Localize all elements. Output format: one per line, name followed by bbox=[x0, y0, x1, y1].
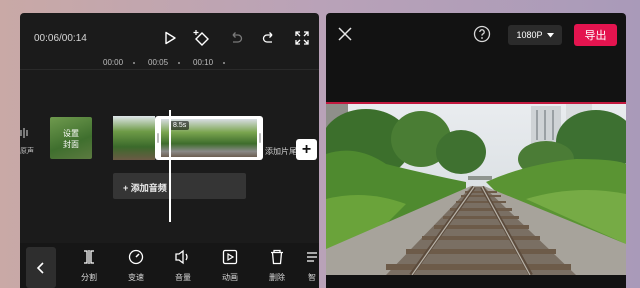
clip-trim-handle-left[interactable] bbox=[157, 133, 159, 143]
keyframe-icon bbox=[193, 30, 209, 46]
smart-label: 智 bbox=[308, 273, 316, 282]
delete-icon bbox=[271, 249, 283, 265]
audio-toggle-icon[interactable] bbox=[20, 127, 30, 139]
ruler-dot bbox=[133, 62, 135, 64]
animation-tool[interactable]: 动画 bbox=[215, 247, 245, 283]
video-preview bbox=[326, 102, 626, 275]
video-clip[interactable] bbox=[113, 116, 155, 160]
fullscreen-icon bbox=[295, 31, 309, 45]
resolution-value: 1080P bbox=[516, 30, 543, 40]
set-cover-label-line2: 封面 bbox=[63, 140, 79, 149]
speed-tool[interactable]: 变速 bbox=[121, 247, 151, 283]
railway-preview-image bbox=[326, 104, 626, 275]
redo-button[interactable] bbox=[260, 29, 278, 47]
play-icon bbox=[165, 31, 176, 45]
split-label: 分割 bbox=[81, 273, 97, 282]
volume-tool[interactable]: 音量 bbox=[168, 247, 198, 283]
smart-icon bbox=[307, 252, 317, 262]
resolution-dropdown[interactable]: 1080P bbox=[508, 25, 562, 45]
ruler-label: 00:00 bbox=[103, 58, 124, 67]
ruler-label: 00:10 bbox=[193, 58, 214, 67]
animation-label: 动画 bbox=[222, 273, 238, 282]
selected-video-clip[interactable]: 8.5s bbox=[155, 116, 263, 160]
undo-button[interactable] bbox=[227, 29, 245, 47]
plus-icon: + bbox=[301, 140, 312, 158]
fullscreen-button[interactable] bbox=[293, 29, 311, 47]
keyframe-button[interactable] bbox=[193, 29, 211, 47]
playhead[interactable] bbox=[169, 110, 171, 222]
redo-icon bbox=[262, 32, 273, 43]
split-tool[interactable]: 分割 bbox=[74, 247, 104, 283]
animation-icon bbox=[222, 249, 238, 265]
undo-icon bbox=[232, 32, 243, 43]
export-button[interactable]: 导出 bbox=[574, 24, 617, 46]
add-audio-button[interactable]: + 添加音频 bbox=[113, 173, 246, 199]
export-panel: 1080P 导出 bbox=[326, 13, 626, 288]
add-audio-label: + 添加音频 bbox=[123, 181, 167, 194]
delete-label: 删除 bbox=[269, 273, 285, 282]
set-cover-button[interactable]: 设置 封面 bbox=[50, 117, 92, 159]
set-cover-label-line1: 设置 bbox=[63, 129, 79, 138]
clip-trim-handle-right[interactable] bbox=[259, 133, 261, 143]
editor-panel: 00:06/00:14 00:00 00:05 00:10 原声 设置 封面 8… bbox=[20, 13, 319, 288]
timecode: 00:06/00:14 bbox=[34, 33, 87, 44]
smart-tool[interactable]: 智 bbox=[302, 247, 319, 283]
add-ending-label[interactable]: 添加片尾 bbox=[265, 146, 297, 157]
caret-down-icon bbox=[546, 32, 554, 37]
volume-icon bbox=[175, 249, 188, 265]
speed-label: 变速 bbox=[128, 273, 144, 282]
original-audio-label: 原声 bbox=[20, 148, 34, 155]
play-button[interactable] bbox=[161, 29, 179, 47]
clip-duration: 8.5s bbox=[170, 121, 190, 130]
volume-label: 音量 bbox=[175, 273, 191, 282]
add-clip-button[interactable]: + bbox=[296, 139, 317, 160]
ruler-label: 00:05 bbox=[148, 58, 169, 67]
close-icon[interactable] bbox=[337, 26, 353, 42]
back-button[interactable] bbox=[26, 247, 56, 288]
split-icon bbox=[84, 250, 94, 264]
set-cover-label: 设置 封面 bbox=[50, 128, 92, 150]
add-audio-text: 添加音频 bbox=[130, 183, 167, 193]
ruler-dot bbox=[223, 62, 225, 64]
delete-tool[interactable]: 删除 bbox=[262, 247, 292, 283]
speed-icon bbox=[128, 249, 144, 265]
plus-icon: + bbox=[123, 183, 131, 193]
chevron-left-icon bbox=[36, 261, 44, 274]
divider bbox=[20, 69, 319, 70]
ruler-dot bbox=[178, 62, 180, 64]
bottom-toolbar: 分割 变速 音量 动画 删除 智 bbox=[20, 243, 319, 288]
help-icon[interactable] bbox=[473, 25, 491, 43]
